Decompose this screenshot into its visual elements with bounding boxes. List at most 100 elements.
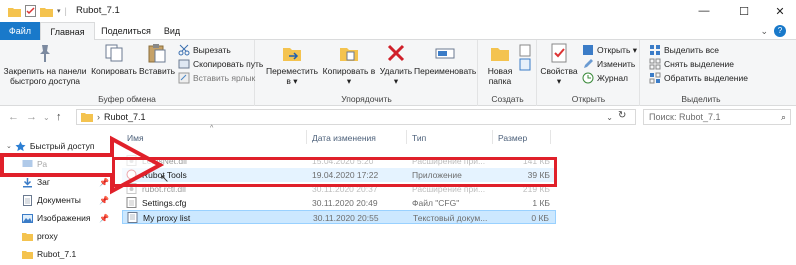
copy-path-button[interactable]: Скопировать путь — [178, 58, 263, 70]
nav-item-label: proxy — [37, 231, 58, 241]
select-all-button[interactable]: Выделить все — [649, 44, 719, 56]
search-icon: ⌕ — [780, 111, 786, 122]
move-to-button[interactable]: Переместить в ▾ — [264, 42, 320, 86]
new-folder-label: Новая папка — [487, 66, 513, 86]
paste-button[interactable]: Вставить — [138, 42, 176, 76]
open-button[interactable]: Открыть ▾ — [582, 44, 637, 56]
column-date[interactable]: Дата изменения — [312, 133, 376, 143]
rename-icon — [435, 48, 455, 59]
tab-home[interactable]: Главная — [40, 22, 95, 40]
copy-button[interactable]: Копировать — [90, 42, 138, 76]
properties-button[interactable]: Свойства ▾ — [540, 42, 578, 86]
group-new-label: Создать — [491, 94, 524, 104]
open-icon — [583, 45, 593, 55]
history-button[interactable]: Журнал — [582, 72, 628, 84]
delete-button[interactable]: Удалить ▾ — [378, 42, 414, 86]
search-input[interactable]: Поиск: Rubot_7.1 ⌕ — [643, 109, 791, 125]
file-row-my-proxy-list[interactable]: My proxy list 30.11.2020 20:55 Текстовый… — [122, 210, 556, 224]
column-divider[interactable] — [406, 130, 407, 144]
select-none-button[interactable]: Снять выделение — [649, 58, 734, 70]
forward-arrow-icon[interactable]: → — [26, 111, 37, 123]
mouse-cursor-icon: ↖ — [160, 173, 170, 185]
history-label: Журнал — [597, 73, 629, 83]
title-bar: ▾ | Rubot_7.1 — ☐ ✕ — [0, 0, 796, 22]
cut-button[interactable]: Вырезать — [178, 44, 231, 56]
close-button[interactable]: ✕ — [762, 0, 796, 22]
edit-label: Изменить — [597, 59, 636, 69]
properties-check-icon[interactable] — [25, 5, 36, 17]
address-dropdown-chevron-icon[interactable]: ⌄ — [606, 113, 613, 122]
select-all-label: Выделить все — [664, 45, 719, 55]
nav-item-rubot[interactable]: Rubot_7.1 — [0, 246, 117, 262]
maximize-button[interactable]: ☐ — [726, 0, 762, 22]
copy-to-label: Копировать в — [322, 66, 376, 76]
column-header-row: Имя Дата изменения Тип Размер — [118, 128, 558, 146]
folder-icon — [8, 7, 21, 17]
refresh-icon[interactable]: ↻ — [618, 110, 626, 121]
group-select-label: Выделить — [681, 94, 721, 104]
back-arrow-icon[interactable]: ← — [8, 111, 19, 123]
column-size[interactable]: Размер — [498, 133, 527, 143]
file-row-settings[interactable]: Settings.cfg 30.11.2020 20:49 Файл "CFG"… — [122, 196, 556, 210]
cfg-file-icon — [126, 197, 137, 208]
new-folder-button[interactable]: Новая папка — [483, 42, 517, 86]
tab-share[interactable]: Поделиться — [100, 22, 152, 40]
column-divider[interactable] — [492, 130, 493, 144]
folder-icon — [22, 232, 33, 241]
tab-view[interactable]: Вид — [160, 22, 184, 40]
address-bar[interactable]: › Rubot_7.1 ⌄ — [76, 109, 636, 125]
file-type: Файл "CFG" — [412, 198, 460, 208]
group-organize: Переместить в ▾ Копировать в ▾ Удалить ▾… — [256, 40, 478, 106]
nav-item-label: Rubot_7.1 — [37, 249, 77, 259]
invert-selection-button[interactable]: Обратить выделение — [649, 72, 748, 84]
search-placeholder: Поиск: Rubot_7.1 — [649, 112, 721, 122]
file-size: 0 КБ — [531, 213, 549, 223]
paste-shortcut-button[interactable]: Вставить ярлык — [178, 72, 255, 84]
edit-button[interactable]: Изменить — [582, 58, 635, 70]
column-type[interactable]: Тип — [412, 133, 426, 143]
window-title: Rubot_7.1 — [76, 5, 120, 16]
group-select: Выделить все Снять выделение Обратить вы… — [641, 40, 761, 106]
folder-icon — [22, 250, 33, 259]
customize-qa-chevron-icon[interactable]: ▾ — [57, 7, 61, 15]
new-item-icon[interactable] — [519, 44, 531, 72]
nav-item-pictures[interactable]: Изображения 📌 — [0, 210, 117, 226]
paste-shortcut-icon — [178, 72, 190, 84]
rename-label: Переименовать — [414, 66, 477, 76]
pin-icon[interactable]: 📌 — [99, 214, 109, 223]
address-path: Rubot_7.1 — [104, 112, 146, 122]
cut-label: Вырезать — [193, 45, 231, 55]
group-clipboard-label: Буфер обмена — [98, 94, 156, 104]
file-date: 30.11.2020 20:49 — [312, 198, 378, 208]
copy-path-icon — [178, 59, 190, 69]
file-list: ^ Имя Дата изменения Тип Размер LeafsNet… — [118, 125, 796, 265]
column-divider[interactable] — [306, 130, 307, 144]
scissors-icon — [178, 44, 190, 56]
tab-file[interactable]: Файл — [0, 22, 40, 40]
edit-pencil-icon — [584, 59, 593, 68]
minimize-button[interactable]: — — [686, 0, 722, 22]
new-folder-icon[interactable] — [40, 6, 53, 17]
separator-bar: | — [64, 6, 67, 16]
file-name: My proxy list — [143, 213, 191, 223]
column-divider[interactable] — [550, 130, 551, 144]
nav-item-proxy[interactable]: proxy — [0, 228, 117, 244]
copy-to-button[interactable]: Копировать в ▾ — [320, 42, 378, 86]
copy-label: Копировать — [91, 66, 137, 76]
invert-selection-icon — [649, 72, 661, 84]
up-arrow-icon[interactable]: ↑ — [56, 111, 62, 123]
pin-quick-access-button[interactable]: Закрепить на панели быстрого доступа — [2, 42, 88, 86]
group-open: Свойства ▾ Открыть ▾ Изменить Журнал Отк… — [538, 40, 640, 106]
ribbon-expand-chevron-icon[interactable]: ⌄ — [760, 26, 768, 37]
pin-icon[interactable]: 📌 — [99, 196, 109, 205]
help-button[interactable]: ? — [774, 25, 786, 37]
paste-label: Вставить — [138, 66, 176, 76]
address-row: ← → ⌄ ↑ › Rubot_7.1 ⌄ ↻ Поиск: Rubot_7.1… — [0, 106, 796, 128]
nav-item-label: Изображения — [37, 213, 91, 223]
ribbon-tabs: Файл Главная Поделиться Вид ⌄ ? — [0, 22, 796, 40]
pin-icon — [40, 45, 50, 62]
copy-icon — [105, 44, 123, 62]
recent-locations-chevron-icon[interactable]: ⌄ — [43, 113, 50, 122]
rename-button[interactable]: Переименовать — [414, 42, 476, 76]
file-size: 1 КБ — [532, 198, 550, 208]
